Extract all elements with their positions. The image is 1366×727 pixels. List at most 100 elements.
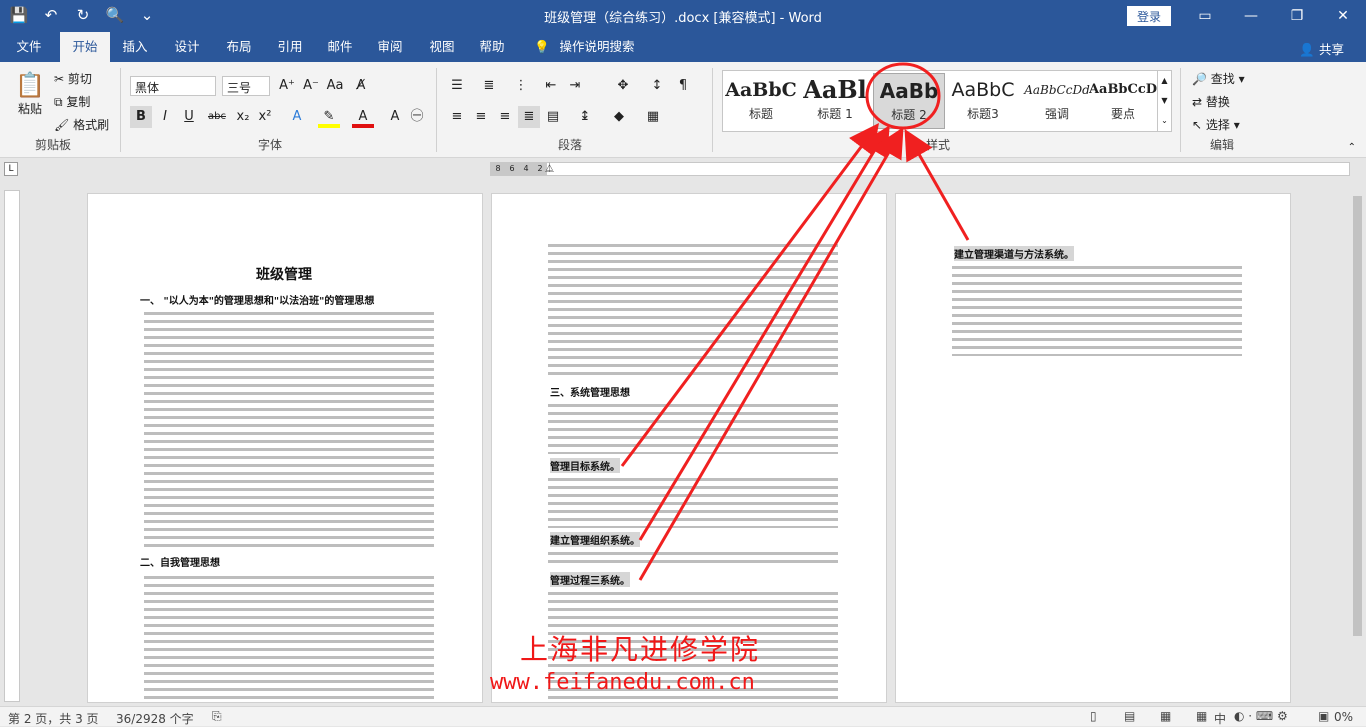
- strikethrough-icon[interactable]: abc: [206, 106, 228, 128]
- distributed-icon[interactable]: ▤: [542, 106, 564, 128]
- style-heading-2[interactable]: AaBb 标题 2: [873, 73, 945, 129]
- superscript-icon[interactable]: x²: [254, 106, 276, 128]
- print-layout-icon[interactable]: ▤: [1124, 709, 1135, 723]
- cut-button[interactable]: ✂ 剪切: [54, 70, 92, 87]
- page-1[interactable]: 班级管理 一、 "以人为本"的管理思想和"以法治班"的管理思想 二、自我管理思想: [87, 193, 483, 703]
- style-strong[interactable]: AaBbCcD 要点: [1087, 73, 1159, 129]
- tab-design[interactable]: 设计: [164, 32, 210, 62]
- char-shading-icon[interactable]: A: [384, 106, 406, 128]
- gallery-scroll[interactable]: ▲ ▼ ⌄: [1157, 71, 1171, 131]
- tab-mailings[interactable]: 邮件: [318, 32, 362, 62]
- align-right-icon[interactable]: ≡: [494, 106, 516, 128]
- divider: [1180, 68, 1181, 152]
- paste-button[interactable]: 📋 粘贴: [12, 70, 48, 117]
- ime-mode-icon[interactable]: ◐ ⋅ ⌨ ⚙: [1234, 709, 1288, 723]
- vertical-scrollbar[interactable]: [1350, 182, 1364, 706]
- italic-icon[interactable]: I: [154, 106, 176, 128]
- page-count[interactable]: 第 2 页，共 3 页: [8, 710, 99, 727]
- style-name: 标题 2: [891, 108, 927, 122]
- enclose-char-icon[interactable]: ㊀: [406, 106, 428, 128]
- tab-selector[interactable]: L: [4, 162, 18, 176]
- ruler-mark: 2: [537, 164, 543, 173]
- read-mode-icon[interactable]: ▯: [1090, 709, 1097, 723]
- horizontal-ruler[interactable]: 8 6 4 2 ⏅: [490, 162, 1350, 176]
- replace-button[interactable]: ⇄ 替换: [1192, 93, 1230, 110]
- style-heading-3[interactable]: AaBbC 标题3: [947, 73, 1019, 129]
- style-emphasis[interactable]: AaBbCcDd 强调: [1021, 73, 1093, 129]
- copy-button[interactable]: ⧉ 复制: [54, 93, 90, 110]
- align-center-icon[interactable]: ≡: [470, 106, 492, 128]
- ime-language[interactable]: 中: [1214, 710, 1226, 727]
- bold-icon[interactable]: B: [130, 106, 152, 128]
- sort-icon[interactable]: ↕: [646, 75, 668, 97]
- clear-format-icon[interactable]: A̸: [350, 75, 372, 97]
- chinese-layout-icon[interactable]: ✥: [612, 75, 634, 97]
- tab-references[interactable]: 引用: [268, 32, 312, 62]
- tab-file[interactable]: 文件: [0, 32, 58, 62]
- tab-layout[interactable]: 布局: [216, 32, 262, 62]
- find-button[interactable]: 🔎 查找 ▾: [1192, 70, 1245, 87]
- decrease-indent-icon[interactable]: ⇤: [540, 75, 562, 97]
- highlight-icon[interactable]: ✎: [318, 106, 340, 128]
- font-size-input[interactable]: 三号: [222, 76, 270, 96]
- tab-review[interactable]: 审阅: [368, 32, 412, 62]
- web-layout-icon[interactable]: ▦: [1160, 709, 1171, 723]
- ribbon-display-options-icon[interactable]: ▭: [1182, 0, 1228, 32]
- styles-gallery: AaBbC 标题 AaBl 标题 1 AaBb 标题 2 AaBbC 标题3 A…: [722, 70, 1172, 132]
- indent-marker[interactable]: ⏅: [545, 161, 554, 174]
- font-name-input[interactable]: 黑体: [130, 76, 216, 96]
- shrink-font-icon[interactable]: A⁻: [300, 75, 322, 97]
- editing-group-label: 编辑: [1209, 138, 1234, 152]
- align-left-icon[interactable]: ≡: [446, 106, 468, 128]
- share-button[interactable]: 👤 共享: [1299, 39, 1344, 58]
- tab-help[interactable]: 帮助: [470, 32, 514, 62]
- multilevel-list-icon[interactable]: ⋮: [510, 75, 532, 97]
- collapse-ribbon-icon[interactable]: ⌃: [1348, 142, 1356, 153]
- tab-view[interactable]: 视图: [420, 32, 464, 62]
- clipboard-group-label: 剪贴板: [34, 138, 71, 152]
- ime-icon[interactable]: ▦: [1196, 709, 1207, 723]
- title-bar: 💾 ↶ ↻ 🔍 ⌄ 班级管理（综合练习）.docx [兼容模式] - Word …: [0, 0, 1366, 32]
- grow-font-icon[interactable]: A⁺: [276, 75, 298, 97]
- style-title[interactable]: AaBbC 标题: [725, 73, 797, 129]
- shading-icon[interactable]: ◆: [608, 106, 630, 128]
- change-case-icon[interactable]: Aa: [324, 75, 346, 97]
- status-bar: 第 2 页，共 3 页 36/2928 个字 ⎘ ▯ ▤ ▦ ▦ 中 ◐ ⋅ ⌨…: [0, 706, 1366, 726]
- scroll-thumb[interactable]: [1353, 196, 1362, 636]
- tell-me-search[interactable]: 操作说明搜索: [556, 32, 638, 62]
- login-button[interactable]: 登录: [1127, 6, 1171, 26]
- subscript-icon[interactable]: x₂: [232, 106, 254, 128]
- subheading-channel-system: 建立管理渠道与方法系统。: [954, 246, 1074, 261]
- zoom-slider-icon[interactable]: ▣: [1318, 709, 1329, 723]
- text-effects-icon[interactable]: A: [286, 106, 308, 128]
- style-heading-1[interactable]: AaBl 标题 1: [799, 73, 871, 129]
- page-2[interactable]: 三、系统管理思想 管理目标系统。 建立管理组织系统。 管理过程三系统。: [491, 193, 887, 703]
- page-3[interactable]: 建立管理渠道与方法系统。: [895, 193, 1291, 703]
- restore-icon[interactable]: ❐: [1274, 0, 1320, 32]
- minimize-icon[interactable]: —: [1228, 0, 1274, 32]
- borders-icon[interactable]: ▦: [642, 106, 664, 128]
- tab-home[interactable]: 开始: [60, 32, 110, 62]
- body-text-block: [548, 550, 838, 568]
- vertical-ruler[interactable]: [4, 190, 20, 702]
- select-button[interactable]: ↖ 选择 ▾: [1192, 116, 1240, 133]
- font-color-icon[interactable]: A: [352, 106, 374, 128]
- underline-icon[interactable]: U: [178, 106, 200, 128]
- body-text-block: [548, 476, 838, 528]
- word-count[interactable]: 36/2928 个字: [116, 710, 194, 727]
- close-icon[interactable]: ✕: [1320, 0, 1366, 32]
- proofing-icon[interactable]: ⎘: [212, 709, 222, 724]
- line-spacing-icon[interactable]: ↨: [574, 106, 596, 128]
- numbering-icon[interactable]: ≣: [478, 75, 500, 97]
- heading-1: 一、 "以人为本"的管理思想和"以法治班"的管理思想: [140, 296, 375, 307]
- divider: [436, 68, 437, 152]
- font-group-label: 字体: [257, 138, 282, 152]
- bullets-icon[interactable]: ☰: [446, 75, 468, 97]
- body-text-block: [144, 310, 434, 550]
- zoom-level[interactable]: 0%: [1334, 710, 1353, 724]
- show-marks-icon[interactable]: ¶: [672, 75, 694, 97]
- format-painter-button[interactable]: 🖌 格式刷: [54, 116, 109, 133]
- increase-indent-icon[interactable]: ⇥: [564, 75, 586, 97]
- tab-insert[interactable]: 插入: [112, 32, 158, 62]
- justify-icon[interactable]: ≣: [518, 106, 540, 128]
